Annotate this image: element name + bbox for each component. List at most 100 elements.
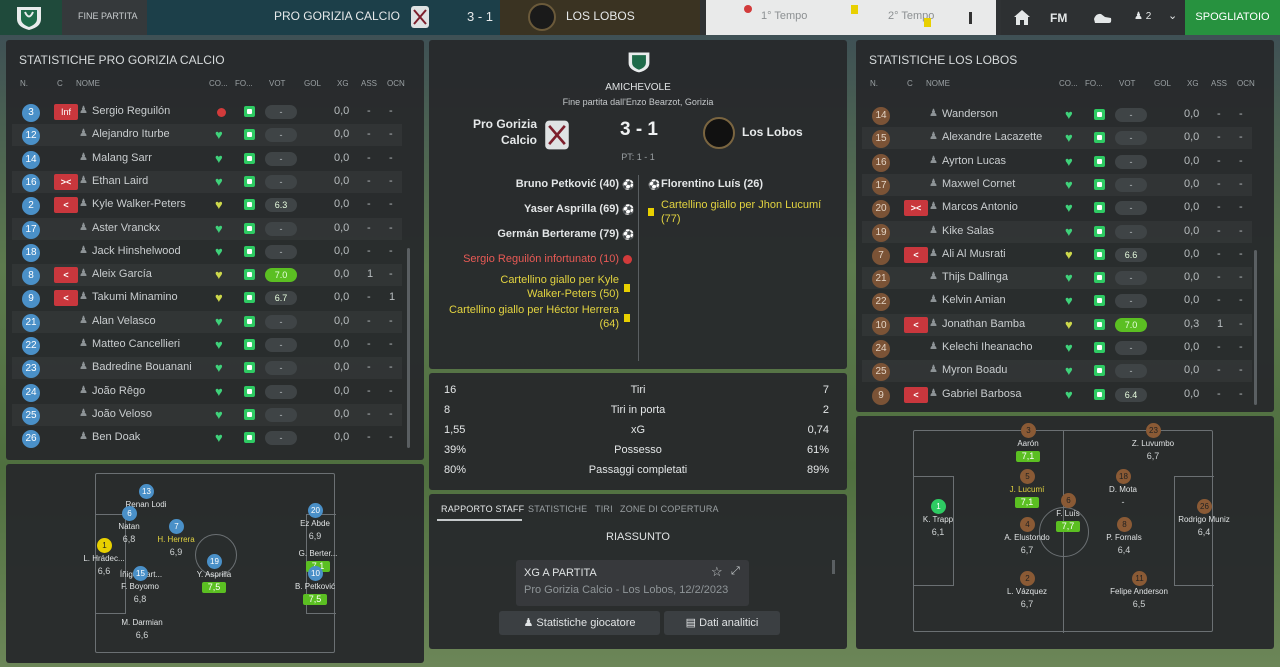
player-name[interactable]: Thijs Dallinga bbox=[942, 271, 1008, 283]
table-row[interactable]: 18 ♟ Jack Hinshelwood ♥ - 0,0 - - bbox=[12, 241, 402, 263]
player-marker[interactable]: 11 bbox=[1132, 571, 1147, 586]
col-condizione[interactable]: CO... bbox=[209, 79, 228, 88]
col-n[interactable]: N. bbox=[870, 79, 878, 88]
player-name[interactable]: Wanderson bbox=[942, 108, 998, 120]
player-name[interactable]: Aster Vranckx bbox=[92, 222, 160, 234]
col-c[interactable]: C bbox=[907, 79, 913, 88]
col-nome[interactable]: NOME bbox=[926, 79, 950, 88]
player-name[interactable]: Gabriel Barbosa bbox=[942, 388, 1022, 400]
table-row[interactable]: 22 ♟ Kelvin Amian ♥ - 0,0 - - bbox=[862, 290, 1252, 312]
col-condizione[interactable]: CO... bbox=[1059, 79, 1078, 88]
player-marker[interactable]: 20 bbox=[308, 503, 323, 518]
spogliatoio-button[interactable]: SPOGLIATOIO bbox=[1185, 0, 1280, 35]
player-marker[interactable]: 15 bbox=[133, 566, 148, 581]
col-ocn[interactable]: OCN bbox=[1237, 79, 1255, 88]
tab-statistiche[interactable]: STATISTICHE bbox=[528, 504, 587, 514]
player-name[interactable]: Kyle Walker-Peters bbox=[92, 198, 186, 210]
fm-button[interactable]: FM bbox=[1050, 11, 1067, 25]
table-row[interactable]: 10 < ♟ Jonathan Bamba ♥ 7.0 0,3 1 - bbox=[862, 313, 1252, 336]
player-name[interactable]: Kike Salas bbox=[942, 225, 994, 237]
player-marker[interactable]: 2 bbox=[1020, 571, 1035, 586]
player-marker[interactable]: 1 bbox=[97, 538, 112, 553]
tab-tiri[interactable]: TIRI bbox=[595, 504, 613, 514]
col-gol[interactable]: GOL bbox=[304, 79, 321, 88]
col-n[interactable]: N. bbox=[20, 79, 28, 88]
player-marker[interactable]: 19 bbox=[207, 554, 222, 569]
expand-icon[interactable]: ⤢ bbox=[731, 565, 740, 578]
table-row[interactable]: 17 ♟ Maxwel Cornet ♥ - 0,0 - - bbox=[862, 173, 1252, 196]
player-marker[interactable]: 6 bbox=[122, 506, 137, 521]
club-logo-tile[interactable] bbox=[0, 0, 62, 35]
xg-card[interactable]: XG A PARTITA Pro Gorizia Calcio - Los Lo… bbox=[516, 560, 749, 606]
table-row[interactable]: 2 < ♟ Kyle Walker-Peters ♥ 6.3 0,0 - - bbox=[12, 194, 402, 216]
player-name[interactable]: Matteo Cancellieri bbox=[92, 338, 180, 350]
player-marker[interactable]: 3 bbox=[1021, 423, 1036, 438]
col-ocn[interactable]: OCN bbox=[387, 79, 405, 88]
scrollbar[interactable] bbox=[407, 248, 410, 448]
table-row[interactable]: 26 ♟ Ben Doak ♥ - 0,0 - - bbox=[12, 427, 402, 449]
table-row[interactable]: 7 < ♟ Ali Al Musrati ♥ 6.6 0,0 - - bbox=[862, 244, 1252, 266]
player-marker[interactable]: 7 bbox=[169, 519, 184, 534]
player-name[interactable]: Jack Hinshelwood bbox=[92, 245, 181, 257]
table-row[interactable]: 24 ♟ João Rêgo ♥ - 0,0 - - bbox=[12, 381, 402, 403]
table-row[interactable]: 9 < ♟ Gabriel Barbosa ♥ 6.4 0,0 - - bbox=[862, 384, 1252, 406]
col-forma[interactable]: FO... bbox=[235, 79, 253, 88]
col-c[interactable]: C bbox=[57, 79, 63, 88]
player-name[interactable]: Sergio Reguilón bbox=[92, 105, 170, 117]
col-forma[interactable]: FO... bbox=[1085, 79, 1103, 88]
player-stats-button[interactable]: ♟ Statistiche giocatore bbox=[499, 611, 660, 635]
player-name[interactable]: Myron Boadu bbox=[942, 364, 1007, 376]
player-name[interactable]: Badredine Bouanani bbox=[92, 361, 192, 373]
player-name[interactable]: Ben Doak bbox=[92, 431, 140, 443]
scrollbar[interactable] bbox=[832, 560, 835, 574]
col-xg[interactable]: XG bbox=[337, 79, 349, 88]
player-name[interactable]: Aleix García bbox=[92, 268, 152, 280]
player-name[interactable]: Jonathan Bamba bbox=[942, 318, 1025, 330]
player-marker[interactable]: 26 bbox=[1197, 499, 1212, 514]
player-name[interactable]: João Rêgo bbox=[92, 385, 145, 397]
player-name[interactable]: Kelechi Iheanacho bbox=[942, 341, 1033, 353]
table-row[interactable]: 3 Inf ♟ Sergio Reguilón - 0,0 - - bbox=[12, 101, 402, 123]
table-row[interactable]: 15 ♟ Alexandre Lacazette ♥ - 0,0 - - bbox=[862, 127, 1252, 150]
col-vot[interactable]: VOT bbox=[1119, 79, 1135, 88]
table-row[interactable]: 12 ♟ Alejandro Iturbe ♥ - 0,0 - - bbox=[12, 124, 402, 147]
col-ass[interactable]: ASS bbox=[361, 79, 377, 88]
table-row[interactable]: 17 ♟ Aster Vranckx ♥ - 0,0 - - bbox=[12, 217, 402, 240]
player-name[interactable]: Alexandre Lacazette bbox=[942, 131, 1042, 143]
table-row[interactable]: 16 >< ♟ Ethan Laird ♥ - 0,0 - - bbox=[12, 170, 402, 193]
player-marker[interactable]: 6 bbox=[1061, 493, 1076, 508]
table-row[interactable]: 8 < ♟ Aleix García ♥ 7.0 0,0 1 - bbox=[12, 264, 402, 287]
table-row[interactable]: 21 ♟ Thijs Dallinga ♥ - 0,0 - - bbox=[862, 267, 1252, 290]
table-row[interactable]: 20 >< ♟ Marcos Antonio ♥ - 0,0 - - bbox=[862, 197, 1252, 219]
col-gol[interactable]: GOL bbox=[1154, 79, 1171, 88]
sneaker-icon[interactable] bbox=[1093, 11, 1113, 25]
player-marker[interactable]: 1 bbox=[931, 499, 946, 514]
player-name[interactable]: Alan Velasco bbox=[92, 315, 156, 327]
table-row[interactable]: 14 ♟ Wanderson ♥ - 0,0 - - bbox=[862, 104, 1252, 126]
player-name[interactable]: Ayrton Lucas bbox=[942, 155, 1006, 167]
player-name[interactable]: Marcos Antonio bbox=[942, 201, 1018, 213]
home-icon[interactable] bbox=[1013, 9, 1031, 26]
table-row[interactable]: 25 ♟ João Veloso ♥ - 0,0 - - bbox=[12, 403, 402, 426]
table-row[interactable]: 25 ♟ Myron Boadu ♥ - 0,0 - - bbox=[862, 360, 1252, 383]
player-name[interactable]: Alejandro Iturbe bbox=[92, 128, 170, 140]
player-marker[interactable]: 5 bbox=[1020, 469, 1035, 484]
player-name[interactable]: Takumi Minamino bbox=[92, 291, 178, 303]
col-ass[interactable]: ASS bbox=[1211, 79, 1227, 88]
analytics-button[interactable]: ▤ Dati analitici bbox=[664, 611, 780, 635]
table-row[interactable]: 16 ♟ Ayrton Lucas ♥ - 0,0 - - bbox=[862, 151, 1252, 173]
star-icon[interactable]: ☆ bbox=[711, 564, 723, 580]
player-name[interactable]: Kelvin Amian bbox=[942, 294, 1006, 306]
player-name[interactable]: Ethan Laird bbox=[92, 175, 148, 187]
scrollbar[interactable] bbox=[1254, 250, 1257, 405]
table-row[interactable]: 21 ♟ Alan Velasco ♥ - 0,0 - - bbox=[12, 310, 402, 333]
table-row[interactable]: 23 ♟ Badredine Bouanani ♥ - 0,0 - - bbox=[12, 357, 402, 380]
col-xg[interactable]: XG bbox=[1187, 79, 1199, 88]
table-row[interactable]: 9 < ♟ Takumi Minamino ♥ 6.7 0,0 - 1 bbox=[12, 287, 402, 309]
player-name[interactable]: João Veloso bbox=[92, 408, 152, 420]
tab-rapporto-staff[interactable]: RAPPORTO STAFF bbox=[441, 504, 524, 514]
player-name[interactable]: Ali Al Musrati bbox=[942, 248, 1006, 260]
player-marker[interactable]: 4 bbox=[1020, 517, 1035, 532]
player-marker[interactable]: 23 bbox=[1146, 423, 1161, 438]
player-name[interactable]: Malang Sarr bbox=[92, 152, 152, 164]
